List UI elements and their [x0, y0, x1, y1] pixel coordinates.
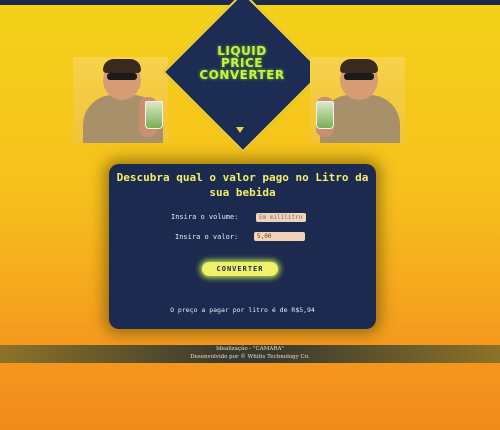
man-drinking-photo-right: [310, 57, 405, 143]
volume-input[interactable]: [256, 213, 306, 222]
man-drinking-photo-left: [73, 57, 168, 143]
footer-copyright: Desenvolvido por © Whitis Technology Co.: [190, 354, 310, 360]
result-text: O preço a pagar por litro é de R$5,94: [170, 306, 315, 314]
converter-panel: Descubra qual o valor pago no Litro da s…: [109, 164, 376, 329]
value-input[interactable]: [254, 232, 305, 241]
converter-title: Descubra qual o valor pago no Litro da s…: [116, 171, 369, 199]
logo: LIQUID PRICE CONVERTER: [182, 45, 302, 81]
footer-credit: Idealização - "CAMARA": [216, 346, 284, 352]
convert-button[interactable]: CONVERTER: [202, 262, 278, 276]
value-label: Insira o valor:: [175, 233, 239, 241]
logo-line-3: CONVERTER: [199, 68, 285, 82]
volume-label: Insira o volume:: [171, 213, 239, 221]
logo-bottom-arrow: [236, 127, 244, 133]
footer: Idealização - "CAMARA" Desenvolvido por …: [0, 345, 500, 363]
